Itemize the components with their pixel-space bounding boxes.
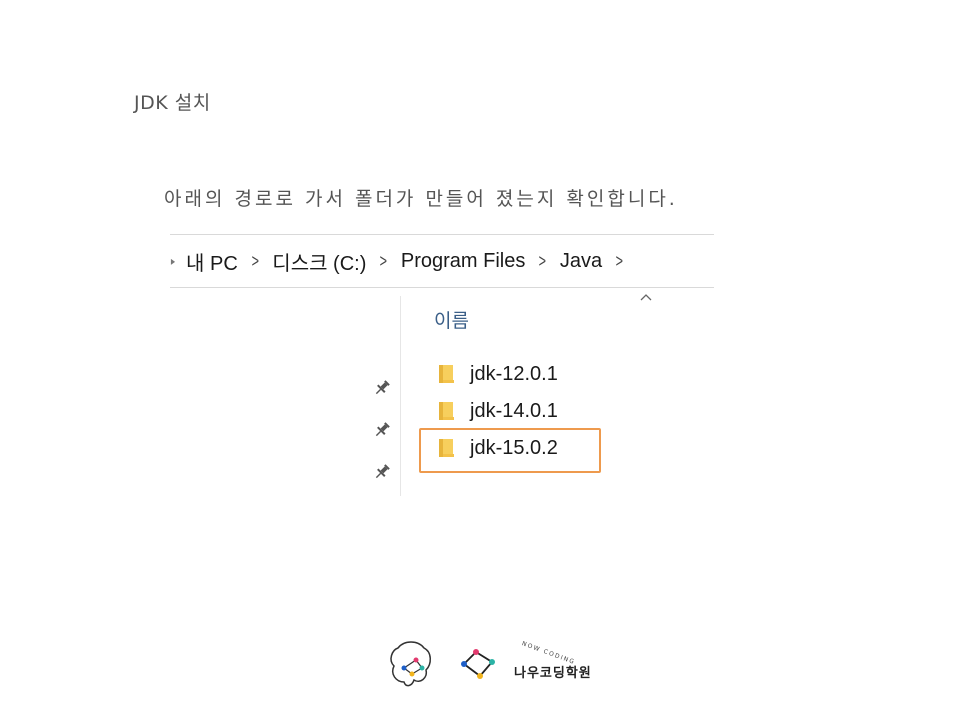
- pin-icon[interactable]: [372, 462, 392, 482]
- folder-name: jdk-14.0.1: [470, 399, 558, 422]
- breadcrumb-item-disk-c[interactable]: 디스크 (C:): [272, 247, 366, 276]
- breadcrumb-item-program-files[interactable]: Program Files: [401, 250, 525, 273]
- breadcrumb-item-java[interactable]: Java: [560, 250, 602, 273]
- diamond-logo-icon: [461, 649, 495, 679]
- chevron-right-icon[interactable]: >: [616, 251, 623, 272]
- chevron-right-icon[interactable]: ▸: [171, 254, 175, 268]
- folder-icon: [439, 402, 454, 420]
- brain-logo-icon: [390, 641, 431, 687]
- footer-logo: NOW CODING 나우코딩학원: [388, 636, 608, 692]
- folder-name: jdk-12.0.1: [470, 362, 558, 385]
- address-bar-bottom-border: [170, 287, 714, 288]
- instruction-text: 아래의 경로로 가서 폴더가 만들어 졌는지 확인합니다.: [164, 188, 678, 210]
- column-header-name[interactable]: 이름: [434, 306, 469, 333]
- pin-icon[interactable]: [372, 420, 392, 440]
- folder-icon: [439, 365, 454, 383]
- chevron-right-icon[interactable]: >: [539, 251, 546, 272]
- address-bar-top-border: [170, 234, 714, 235]
- slide-title: JDK 설치: [134, 92, 211, 114]
- address-breadcrumb[interactable]: ▸ 내 PC > 디스크 (C:) > Program Files > Java…: [170, 246, 637, 276]
- nav-pane-divider[interactable]: [400, 296, 401, 496]
- folder-row[interactable]: jdk-12.0.1: [438, 359, 558, 389]
- chevron-right-icon[interactable]: >: [251, 251, 258, 272]
- highlight-box: [419, 428, 601, 473]
- pin-icon[interactable]: [372, 378, 392, 398]
- breadcrumb-item-my-pc[interactable]: 내 PC: [186, 247, 238, 276]
- folder-row[interactable]: jdk-14.0.1: [438, 396, 558, 426]
- brand-name: 나우코딩학원: [514, 666, 592, 681]
- explorer-screenshot: ▸ 내 PC > 디스크 (C:) > Program Files > Java…: [170, 234, 714, 496]
- chevron-right-icon[interactable]: >: [380, 251, 387, 272]
- sort-caret-icon[interactable]: [640, 292, 652, 302]
